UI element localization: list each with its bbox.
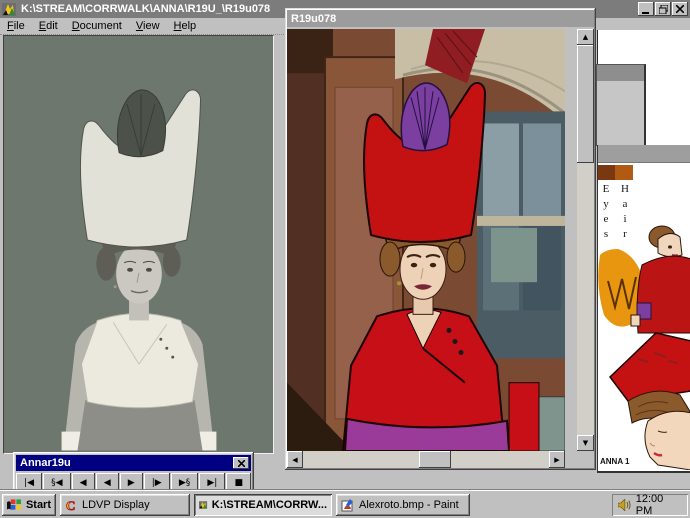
grayscale-photo-panel[interactable] bbox=[3, 35, 274, 454]
horizontal-scroll-thumb[interactable] bbox=[419, 451, 451, 468]
restore-button[interactable] bbox=[655, 2, 671, 16]
scroll-left-button[interactable]: ◀ bbox=[287, 451, 303, 468]
hair-color-swatch bbox=[615, 165, 633, 180]
taskbar: Start C LDVP Display K:\STREAM\CORRW... bbox=[0, 490, 690, 518]
image-window-titlebar[interactable]: R19u078 bbox=[287, 10, 594, 27]
player-title: Annar19u bbox=[20, 457, 71, 469]
menu-help[interactable]: Help bbox=[167, 19, 204, 33]
fast-rewind-icon: ◀ bbox=[80, 478, 87, 488]
start-label: Start bbox=[26, 499, 51, 511]
character-sheet-window[interactable]: Eyes Hair ANNA 1 bbox=[597, 145, 690, 473]
main-window-title: K:\STREAM\CORRWALK\ANNA\R19U_\R19u078 bbox=[21, 3, 270, 15]
step-back-icon: ◀ bbox=[104, 478, 111, 488]
image-window[interactable]: R19u078 bbox=[285, 8, 596, 470]
jump-to-start-icon: |◀ bbox=[24, 478, 34, 488]
svg-text:C: C bbox=[66, 499, 75, 512]
scroll-right-button[interactable]: ▶ bbox=[549, 451, 565, 468]
system-tray[interactable]: 12:00 PM bbox=[612, 494, 688, 516]
play-forward-icon: ▶ bbox=[128, 478, 135, 488]
character-sheet-titlebar[interactable] bbox=[598, 145, 690, 163]
stop-icon: ■ bbox=[234, 478, 243, 488]
minimize-button[interactable] bbox=[638, 2, 654, 16]
speaker-icon bbox=[618, 499, 631, 511]
image-canvas[interactable] bbox=[287, 29, 565, 451]
horizontal-scrollbar[interactable]: ◀ ▶ bbox=[287, 451, 565, 468]
character-sheet-body: Eyes Hair ANNA 1 bbox=[598, 163, 690, 470]
minimize-icon bbox=[642, 5, 650, 14]
close-button[interactable] bbox=[672, 2, 688, 16]
scroll-up-button[interactable]: ▲ bbox=[577, 29, 594, 45]
task-paint[interactable]: Alexroto.bmp - Paint bbox=[336, 494, 470, 516]
vertical-scrollbar[interactable]: ▲ ▼ bbox=[577, 29, 594, 451]
start-button[interactable]: Start bbox=[2, 494, 56, 516]
background-gray-window bbox=[596, 64, 646, 146]
corridor-windows bbox=[477, 111, 565, 358]
scroll-right-icon: ▶ bbox=[554, 456, 559, 464]
scroll-up-icon: ▲ bbox=[583, 33, 588, 41]
colorized-illustration bbox=[287, 29, 565, 451]
restore-icon bbox=[659, 5, 668, 14]
eyes-label: Eyes bbox=[600, 183, 612, 243]
menu-file[interactable]: File bbox=[0, 19, 32, 33]
player-titlebar[interactable]: Annar19u bbox=[16, 455, 251, 471]
task-label: K:\STREAM\CORRW... bbox=[212, 499, 327, 511]
scrollbar-corner bbox=[577, 451, 594, 468]
prev-marker-icon: §◀ bbox=[51, 478, 62, 488]
desktop: K:\STREAM\CORRWALK\ANNA\R19U_\R19u078 Fi… bbox=[0, 0, 690, 518]
task-label: LDVP Display bbox=[82, 499, 150, 511]
vertical-scroll-thumb[interactable] bbox=[577, 45, 594, 163]
task-kstream[interactable]: K:\STREAM\CORRW... bbox=[194, 494, 332, 516]
menu-view[interactable]: View bbox=[129, 19, 167, 33]
hair-label: Hair bbox=[619, 183, 631, 243]
sheet-caption: ANNA 1 bbox=[600, 457, 629, 466]
task-label: Alexroto.bmp - Paint bbox=[359, 499, 459, 511]
clock: 12:00 PM bbox=[636, 493, 682, 517]
eyes-color-swatch bbox=[598, 165, 615, 180]
image-window-title: R19u078 bbox=[291, 13, 336, 25]
windows-flag-icon bbox=[7, 498, 22, 512]
grayscale-photo bbox=[4, 36, 271, 451]
close-icon bbox=[676, 5, 684, 13]
scroll-left-icon: ◀ bbox=[292, 456, 297, 464]
step-forward-icon: |▶ bbox=[152, 478, 162, 488]
scroll-down-button[interactable]: ▼ bbox=[577, 435, 594, 451]
jump-to-end-icon: ▶| bbox=[207, 478, 217, 488]
menu-document[interactable]: Document bbox=[65, 19, 129, 33]
next-marker-icon: ▶§ bbox=[179, 478, 190, 488]
paint-icon bbox=[341, 498, 355, 512]
background-gray-window-titlebar bbox=[597, 65, 644, 81]
menu-edit[interactable]: Edit bbox=[32, 19, 65, 33]
scroll-down-icon: ▼ bbox=[583, 439, 588, 447]
app-icon bbox=[2, 2, 17, 17]
task-ldvp-display[interactable]: C LDVP Display bbox=[60, 494, 190, 516]
player-close-button[interactable] bbox=[233, 457, 249, 469]
app-icon bbox=[199, 498, 208, 512]
close-icon bbox=[238, 460, 245, 467]
ldvp-icon: C bbox=[65, 499, 78, 512]
